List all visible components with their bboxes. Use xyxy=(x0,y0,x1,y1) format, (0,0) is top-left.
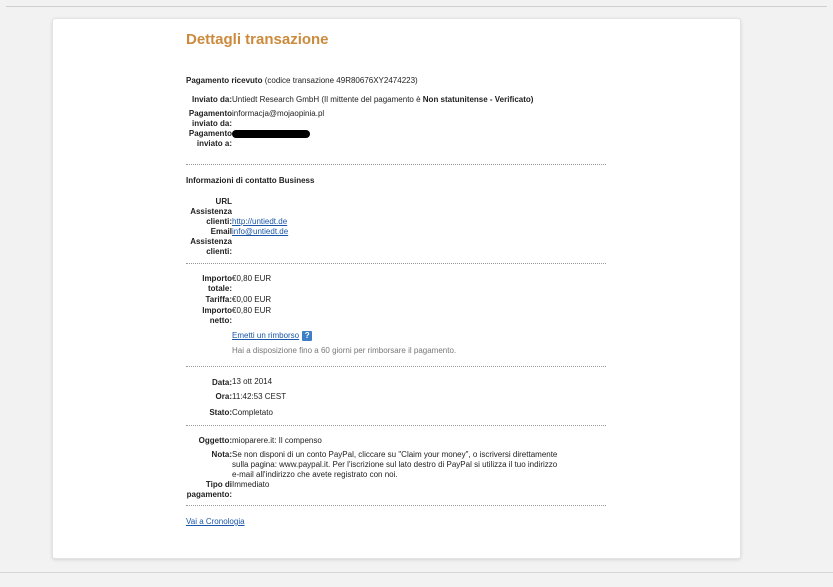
payment-type-value: Immediato xyxy=(232,480,270,489)
total-amount-value: €0,80 EUR xyxy=(232,274,272,283)
payment-sent-from-label: Pagamento inviato da: xyxy=(188,109,232,128)
page-title: Dettagli transazione xyxy=(186,31,329,48)
window-top-border xyxy=(6,6,827,7)
subject-label: Oggetto: xyxy=(198,436,232,445)
total-amount-label: Importo totale: xyxy=(202,274,232,293)
status-label: Stato: xyxy=(209,408,232,417)
customer-service-url-label: URL Assistenza clienti: xyxy=(190,197,232,226)
payment-received-heading: Pagamento ricevuto xyxy=(186,76,263,85)
business-contact-heading: Informazioni di contatto Business xyxy=(186,176,315,185)
separator xyxy=(186,366,606,367)
payment-sent-from-value: informacja@mojaopinia.pl xyxy=(232,109,325,118)
customer-service-email-link[interactable]: info@untiedt.de xyxy=(232,227,288,237)
window-bottom-border xyxy=(0,572,833,573)
help-icon[interactable]: ? xyxy=(302,331,313,341)
date-label: Data: xyxy=(211,378,232,387)
sent-by-label: Inviato da: xyxy=(191,95,232,104)
note-label: Nota: xyxy=(211,450,232,459)
fee-label: Tariffa: xyxy=(205,295,232,304)
subject-value: mioparere.it: Il compenso xyxy=(232,436,322,445)
payment-received-line: Pagamento ricevuto (codice transazione 4… xyxy=(186,76,418,86)
issue-refund-link[interactable]: Emetti un rimborso xyxy=(232,331,299,340)
time-value: 11:42:53 CEST xyxy=(232,392,287,401)
sender-status: Non statunitense - Verificato) xyxy=(422,95,534,104)
separator xyxy=(186,505,606,506)
status-value: Completato xyxy=(232,408,273,417)
date-value: 13 ott 2014 xyxy=(232,377,273,386)
refund-row: Emetti un rimborso? xyxy=(232,331,313,341)
separator xyxy=(186,263,606,264)
separator xyxy=(186,164,606,165)
net-amount-label: Importo netto: xyxy=(202,306,232,325)
go-to-history-link[interactable]: Vai a Cronologia xyxy=(186,517,245,527)
payment-type-label: Tipo di pagamento: xyxy=(186,480,232,499)
time-label: Ora: xyxy=(215,392,232,401)
separator xyxy=(186,425,606,426)
refund-note: Hai a disposizione fino a 60 giorni per … xyxy=(232,346,457,355)
net-amount-value: €0,80 EUR xyxy=(232,306,272,315)
sent-by-value: Untiedt Research GmbH (Il mittente del p… xyxy=(232,95,533,105)
customer-service-url-link[interactable]: http://untiedt.de xyxy=(232,217,287,227)
transaction-code: (codice transazione 49R80676XY2474223) xyxy=(264,76,418,85)
note-value: Se non disponi di un conto PayPal, clicc… xyxy=(232,450,558,479)
fee-value: €0,00 EUR xyxy=(232,295,272,304)
transaction-details-card: Dettagli transazione Pagamento ricevuto … xyxy=(52,18,741,559)
sent-by-name: Untiedt Research GmbH (Il mittente del p… xyxy=(232,95,421,104)
customer-service-email-label: Email Assistenza clienti: xyxy=(190,227,232,256)
payment-sent-to-label: Pagamento inviato a: xyxy=(188,129,232,148)
redacted-recipient xyxy=(232,130,310,138)
